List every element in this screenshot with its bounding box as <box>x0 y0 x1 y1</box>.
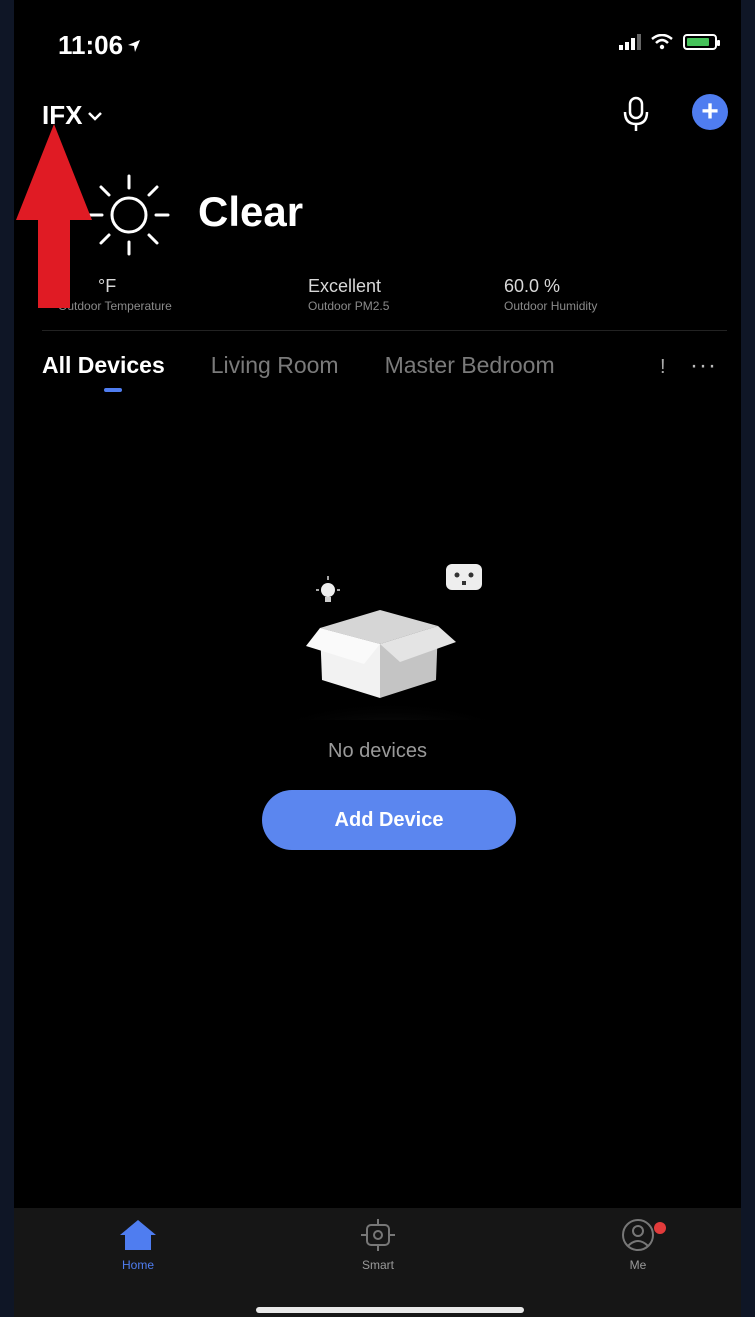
more-icon[interactable]: ··· <box>690 352 717 380</box>
chevron-down-icon <box>88 111 103 121</box>
status-bar-time: 11:06 <box>58 30 141 61</box>
status-bar-indicators <box>619 34 720 50</box>
me-icon <box>622 1219 654 1251</box>
app-screen: 11:06 IFX + Clear °F Outdoor Temperature… <box>14 0 741 1317</box>
active-tab-indicator <box>104 388 122 392</box>
outdoor-humidity: 60.0 % Outdoor Humidity <box>504 276 598 313</box>
bottom-navigation: Home Smart Me <box>14 1208 741 1317</box>
tab-all-devices[interactable]: All Devices <box>42 352 165 379</box>
weather-condition: Clear <box>198 188 304 235</box>
annotation-arrow-icon <box>16 124 92 308</box>
sun-icon <box>88 174 170 256</box>
tab-overflow[interactable]: ! <box>660 356 666 379</box>
divider <box>42 330 727 331</box>
nav-home[interactable]: Home <box>78 1218 198 1272</box>
home-indicator <box>256 1307 524 1313</box>
tab-living-room[interactable]: Living Room <box>211 352 339 379</box>
empty-state-text: No devices <box>328 740 427 762</box>
tab-master-bedroom[interactable]: Master Bedroom <box>385 352 555 379</box>
battery-icon <box>683 34 720 50</box>
plus-icon: + <box>701 95 719 128</box>
nav-me[interactable]: Me <box>578 1218 698 1272</box>
wifi-icon <box>651 34 673 50</box>
add-device-button[interactable]: Add Device <box>262 790 516 850</box>
empty-box-illustration <box>260 564 520 720</box>
outdoor-pm25: Excellent Outdoor PM2.5 <box>308 276 390 313</box>
smart-icon <box>361 1219 395 1251</box>
add-button[interactable]: + <box>692 94 728 130</box>
location-arrow-icon <box>128 39 141 52</box>
notification-badge <box>654 1222 666 1234</box>
room-tabs: All Devices Living Room Master Bedroom <box>42 352 555 379</box>
cellular-signal-icon <box>619 34 641 50</box>
microphone-icon[interactable] <box>618 94 654 134</box>
home-icon <box>120 1220 156 1250</box>
nav-smart[interactable]: Smart <box>318 1218 438 1272</box>
